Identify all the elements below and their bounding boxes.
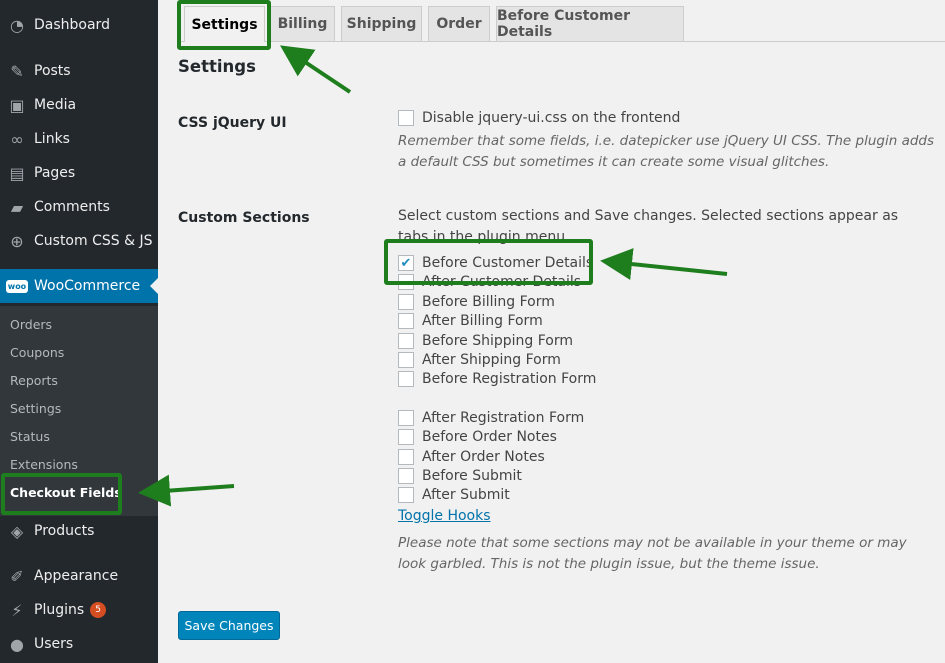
menu-label: Posts bbox=[34, 63, 71, 79]
menu-label: Custom CSS & JS bbox=[34, 233, 153, 249]
section-option[interactable]: Before Billing Form bbox=[398, 292, 555, 312]
tabs-divider bbox=[178, 41, 945, 42]
menu-label: Products bbox=[34, 523, 95, 539]
media-icon: ▣ bbox=[9, 95, 25, 115]
section-option-label: After Submit bbox=[422, 487, 510, 503]
checkbox[interactable] bbox=[398, 294, 414, 310]
section-option[interactable]: After Shipping Form bbox=[398, 350, 561, 370]
section-option-label: After Registration Form bbox=[422, 410, 585, 426]
brush-icon: ✐ bbox=[10, 566, 24, 586]
submenu-settings[interactable]: Settings bbox=[10, 401, 61, 416]
css-jquery-ui-description: Remember that some fields, i.e. datepick… bbox=[398, 133, 935, 170]
section-option[interactable]: After Registration Form bbox=[398, 408, 584, 428]
section-option[interactable]: Before Submit bbox=[398, 466, 522, 486]
highlight-checkout-fields bbox=[1, 473, 122, 515]
menu-plugins[interactable]: ⚡ Plugins 5 bbox=[0, 593, 158, 627]
menu-label: Dashboard bbox=[34, 17, 110, 33]
checkbox[interactable] bbox=[398, 313, 414, 329]
menu-label: Media bbox=[34, 97, 77, 113]
plug-icon: ⚡ bbox=[11, 600, 23, 620]
arrow-to-settings-tab bbox=[280, 45, 352, 94]
menu-label: Plugins bbox=[34, 602, 85, 618]
user-icon: ● bbox=[10, 634, 24, 654]
menu-posts[interactable]: ✎ Posts bbox=[0, 54, 158, 88]
menu-woocommerce[interactable]: woo WooCommerce bbox=[0, 269, 158, 303]
menu-label: WooCommerce bbox=[34, 278, 141, 294]
checkbox[interactable] bbox=[398, 410, 414, 426]
woocommerce-icon: woo bbox=[0, 279, 34, 293]
menu-links[interactable]: ∞ Links bbox=[0, 122, 158, 156]
menu-comments[interactable]: ▰ Comments bbox=[0, 190, 158, 224]
section-option-label: Before Order Notes bbox=[422, 429, 557, 445]
highlight-settings-tab bbox=[177, 0, 271, 50]
section-option[interactable]: After Submit bbox=[398, 485, 510, 505]
woo-icon-text: woo bbox=[5, 279, 29, 293]
section-option[interactable]: After Billing Form bbox=[398, 311, 543, 331]
section-option-label: Before Shipping Form bbox=[422, 333, 574, 349]
menu-users[interactable]: ● Users bbox=[0, 627, 158, 661]
disable-jquery-ui-label: Disable jquery-ui.css on the frontend bbox=[422, 110, 681, 126]
section-option-label: Before Billing Form bbox=[422, 294, 555, 310]
tab-shipping[interactable]: Shipping bbox=[341, 6, 422, 41]
dashboard-icon: ◔ bbox=[10, 15, 24, 35]
link-icon: ∞ bbox=[10, 129, 24, 149]
arrow-to-checkout-fields bbox=[138, 474, 235, 507]
tab-billing[interactable]: Billing bbox=[270, 6, 335, 41]
tab-order[interactable]: Order bbox=[428, 6, 490, 41]
sections-note: Please note that some sections may not b… bbox=[398, 535, 907, 572]
submenu-coupons[interactable]: Coupons bbox=[10, 345, 64, 360]
section-option-label: After Shipping Form bbox=[422, 352, 561, 368]
highlight-before-customer-details bbox=[384, 239, 593, 285]
section-option-label: Before Registration Form bbox=[422, 371, 597, 387]
arrow-to-before-customer-details bbox=[600, 248, 728, 280]
checkbox[interactable] bbox=[398, 371, 414, 387]
section-option[interactable]: Before Registration Form bbox=[398, 369, 596, 389]
checkbox[interactable] bbox=[398, 487, 414, 503]
checkbox[interactable] bbox=[398, 468, 414, 484]
menu-appearance[interactable]: ✐ Appearance bbox=[0, 559, 158, 593]
menu-label: Pages bbox=[34, 165, 76, 181]
toggle-hooks-link[interactable]: Toggle Hooks bbox=[398, 508, 491, 524]
checkbox[interactable] bbox=[398, 333, 414, 349]
section-option-label: After Billing Form bbox=[422, 313, 543, 329]
menu-products[interactable]: ◈ Products bbox=[0, 514, 158, 548]
pin-icon: ✎ bbox=[10, 61, 24, 81]
checkbox[interactable] bbox=[398, 352, 414, 368]
section-option-label: After Order Notes bbox=[422, 449, 545, 465]
plus-circle-icon: ⊕ bbox=[10, 231, 24, 251]
checkbox[interactable] bbox=[398, 449, 414, 465]
section-option-label: Before Submit bbox=[422, 468, 522, 484]
disable-jquery-ui-option[interactable]: Disable jquery-ui.css on the frontend bbox=[398, 108, 680, 128]
submenu-reports[interactable]: Reports bbox=[10, 373, 58, 388]
checkbox[interactable] bbox=[398, 429, 414, 445]
tab-before-customer-details[interactable]: Before Customer Details bbox=[496, 6, 684, 41]
menu-pages[interactable]: ▤ Pages bbox=[0, 156, 158, 190]
section-option[interactable]: Before Order Notes bbox=[398, 427, 557, 447]
custom-sections-label: Custom Sections bbox=[178, 210, 310, 226]
menu-custom-css-js[interactable]: ⊕ Custom CSS & JS bbox=[0, 224, 158, 258]
comment-icon: ▰ bbox=[10, 197, 24, 217]
css-jquery-ui-label: CSS jQuery UI bbox=[178, 115, 287, 131]
menu-label: Comments bbox=[34, 199, 110, 215]
plugins-update-badge: 5 bbox=[90, 602, 107, 618]
menu-label: Appearance bbox=[34, 568, 119, 584]
admin-sidebar: ◔ Dashboard ✎ Posts ▣ Media ∞ Links ▤ Pa… bbox=[0, 0, 158, 663]
submenu-orders[interactable]: Orders bbox=[10, 317, 52, 332]
pages-icon: ▤ bbox=[9, 163, 25, 183]
menu-label: Users bbox=[34, 636, 74, 652]
menu-media[interactable]: ▣ Media bbox=[0, 88, 158, 122]
submenu-extensions[interactable]: Extensions bbox=[10, 457, 78, 472]
box-icon: ◈ bbox=[10, 521, 24, 541]
section-option[interactable]: Before Shipping Form bbox=[398, 331, 573, 351]
section-option[interactable]: After Order Notes bbox=[398, 447, 545, 467]
disable-jquery-ui-checkbox[interactable] bbox=[398, 110, 414, 126]
menu-dashboard[interactable]: ◔ Dashboard bbox=[0, 8, 158, 42]
page-title: Settings bbox=[178, 57, 256, 76]
save-changes-button[interactable]: Save Changes bbox=[178, 611, 280, 640]
submenu-status[interactable]: Status bbox=[10, 429, 50, 444]
menu-label: Links bbox=[34, 131, 70, 147]
